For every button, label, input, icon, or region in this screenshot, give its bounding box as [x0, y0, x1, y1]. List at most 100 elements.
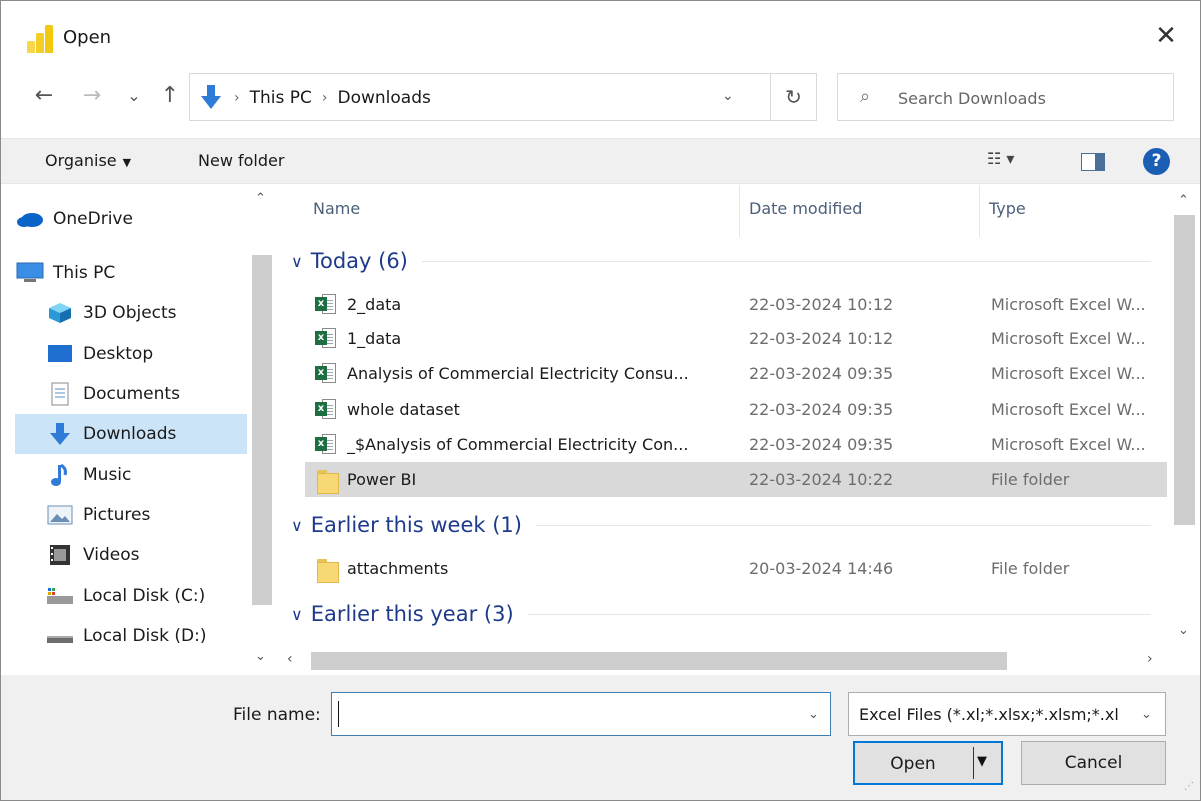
sidebar-item-this-pc[interactable]: This PC — [15, 253, 247, 293]
forward-button[interactable]: → — [79, 81, 105, 111]
scrollbar-thumb[interactable] — [1174, 215, 1195, 525]
scroll-up-icon[interactable]: ⌃ — [1178, 193, 1189, 208]
breadcrumb-this-pc[interactable]: This PC — [250, 88, 312, 108]
file-date: 22-03-2024 09:35 — [749, 400, 894, 419]
3d-objects-icon — [45, 301, 75, 325]
breadcrumb-separator: › — [234, 90, 240, 106]
file-row[interactable]: x 1_data 22-03-2024 10:12 Microsoft Exce… — [305, 321, 1167, 356]
preview-pane-icon[interactable] — [1081, 153, 1105, 171]
pictures-icon — [45, 503, 75, 527]
file-date: 22-03-2024 10:12 — [749, 295, 894, 314]
sidebar-item-desktop[interactable]: Desktop — [45, 334, 247, 374]
scrollbar-thumb[interactable] — [252, 255, 272, 605]
sidebar-item-downloads[interactable]: Downloads — [15, 414, 247, 454]
scroll-down-icon[interactable]: ⌄ — [1178, 623, 1189, 638]
column-header-type[interactable]: Type — [989, 199, 1026, 218]
search-input[interactable] — [898, 86, 1158, 110]
address-dropdown-icon[interactable]: ⌄ — [722, 88, 734, 104]
resize-grip-icon[interactable]: ⋰ — [1184, 781, 1194, 792]
group-label: Earlier this year (3) — [310, 602, 514, 626]
search-box[interactable]: ⌕ — [837, 73, 1174, 121]
view-options-button[interactable]: ☷ ▾ — [987, 149, 1014, 168]
column-header-date[interactable]: Date modified — [749, 199, 862, 218]
chevron-down-icon: ∨ — [291, 604, 303, 624]
file-list-horizontal-scrollbar[interactable]: ‹ › — [277, 647, 1200, 675]
sidebar-item-label: This PC — [53, 263, 116, 283]
group-header-earlier-this-week[interactable]: ∨ Earlier this week (1) — [291, 507, 1151, 543]
column-divider[interactable] — [979, 185, 980, 237]
sidebar-item-videos[interactable]: Videos — [45, 535, 247, 575]
open-button[interactable]: Open ▼ — [853, 741, 1003, 785]
file-type: File folder — [991, 470, 1070, 489]
sidebar-item-label: Music — [83, 465, 132, 485]
command-bar: Organise ▼ New folder ☷ ▾ ? — [1, 138, 1200, 184]
scrollbar-thumb[interactable] — [311, 652, 1007, 670]
music-icon — [45, 463, 75, 487]
sidebar-item-pictures[interactable]: Pictures — [45, 495, 247, 535]
help-icon[interactable]: ? — [1143, 148, 1170, 175]
sidebar-item-label: OneDrive — [53, 209, 133, 229]
file-name-combobox[interactable]: ⌄ — [331, 692, 831, 736]
dialog-title: Open — [63, 27, 112, 48]
search-icon: ⌕ — [860, 86, 871, 107]
back-button[interactable]: ← — [31, 81, 57, 111]
file-row[interactable]: x _$Analysis of Commercial Electricity C… — [305, 427, 1167, 462]
sidebar-item-music[interactable]: Music — [45, 455, 247, 495]
excel-file-icon: x — [315, 433, 337, 457]
breadcrumb-downloads[interactable]: Downloads — [337, 88, 430, 108]
sidebar-item-onedrive[interactable]: OneDrive — [15, 199, 247, 239]
power-bi-icon — [27, 25, 53, 53]
organise-button[interactable]: Organise ▼ — [45, 151, 131, 170]
file-date: 22-03-2024 10:12 — [749, 329, 894, 348]
folder-icon — [315, 468, 339, 494]
downloads-icon — [45, 422, 75, 446]
refresh-button[interactable]: ↻ — [771, 73, 817, 121]
file-type: Microsoft Excel W... — [991, 364, 1146, 383]
open-button-label: Open — [890, 754, 936, 774]
sidebar-item-label: Local Disk (C:) — [83, 586, 206, 606]
breadcrumb-separator: › — [321, 90, 328, 106]
chevron-down-icon[interactable]: ⌄ — [1141, 707, 1152, 722]
sidebar-item-local-disk-d[interactable]: Local Disk (D:) — [45, 616, 247, 656]
file-row[interactable]: attachments 20-03-2024 14:46 File folder — [305, 551, 1167, 586]
title-bar: Open ✕ — [1, 1, 1200, 65]
scroll-up-icon[interactable]: ⌃ — [255, 191, 266, 206]
file-row[interactable]: x whole dataset 22-03-2024 09:35 Microso… — [305, 392, 1167, 427]
close-button[interactable]: ✕ — [1144, 19, 1188, 53]
file-name: 1_data — [347, 329, 402, 348]
file-type: File folder — [991, 559, 1070, 578]
file-list: Name Date modified Type ∨ Today (6) x 2_… — [277, 185, 1169, 647]
sidebar-item-documents[interactable]: Documents — [45, 374, 247, 414]
column-header-name[interactable]: Name — [313, 199, 360, 218]
file-type-filter[interactable]: Excel Files (*.xl;*.xlsx;*.xlsm;*.xl ⌄ — [848, 692, 1166, 736]
navigation-scrollbar[interactable]: ⌃ ⌄ — [247, 185, 277, 675]
scroll-right-icon[interactable]: › — [1147, 651, 1153, 667]
file-name: _$Analysis of Commercial Electricity Con… — [347, 435, 689, 454]
address-bar[interactable]: › This PC › Downloads ⌄ — [189, 73, 771, 121]
group-header-earlier-this-year[interactable]: ∨ Earlier this year (3) — [291, 596, 1151, 632]
sidebar-item-local-disk-c[interactable]: Local Disk (C:) — [45, 576, 247, 616]
file-list-vertical-scrollbar[interactable]: ⌃ ⌄ — [1169, 185, 1200, 647]
column-divider[interactable] — [739, 185, 740, 237]
chevron-down-icon[interactable]: ⌄ — [808, 707, 819, 722]
file-row[interactable]: x Analysis of Commercial Electricity Con… — [305, 356, 1167, 391]
scroll-down-icon[interactable]: ⌄ — [255, 649, 266, 664]
recent-locations-button[interactable]: ⌄ — [121, 81, 147, 111]
scroll-left-icon[interactable]: ‹ — [287, 651, 293, 667]
file-type: Microsoft Excel W... — [991, 435, 1146, 454]
file-name-input[interactable] — [338, 701, 798, 727]
file-type: Microsoft Excel W... — [991, 329, 1146, 348]
file-row[interactable]: Power BI 22-03-2024 10:22 File folder — [305, 462, 1167, 497]
file-date: 20-03-2024 14:46 — [749, 559, 894, 578]
chevron-down-icon: ∨ — [291, 251, 303, 271]
open-options-dropdown-icon[interactable]: ▼ — [977, 754, 987, 769]
file-row[interactable]: x 2_data 22-03-2024 10:12 Microsoft Exce… — [305, 287, 1167, 322]
sidebar-item-3d-objects[interactable]: 3D Objects — [45, 293, 247, 333]
new-folder-button[interactable]: New folder — [198, 151, 284, 170]
onedrive-icon — [15, 207, 45, 231]
downloads-icon — [201, 85, 221, 109]
breadcrumb: › This PC › Downloads — [234, 88, 431, 108]
cancel-button[interactable]: Cancel — [1021, 741, 1166, 785]
group-header-today[interactable]: ∨ Today (6) — [291, 243, 1151, 279]
up-button[interactable]: ↑ — [157, 81, 183, 111]
